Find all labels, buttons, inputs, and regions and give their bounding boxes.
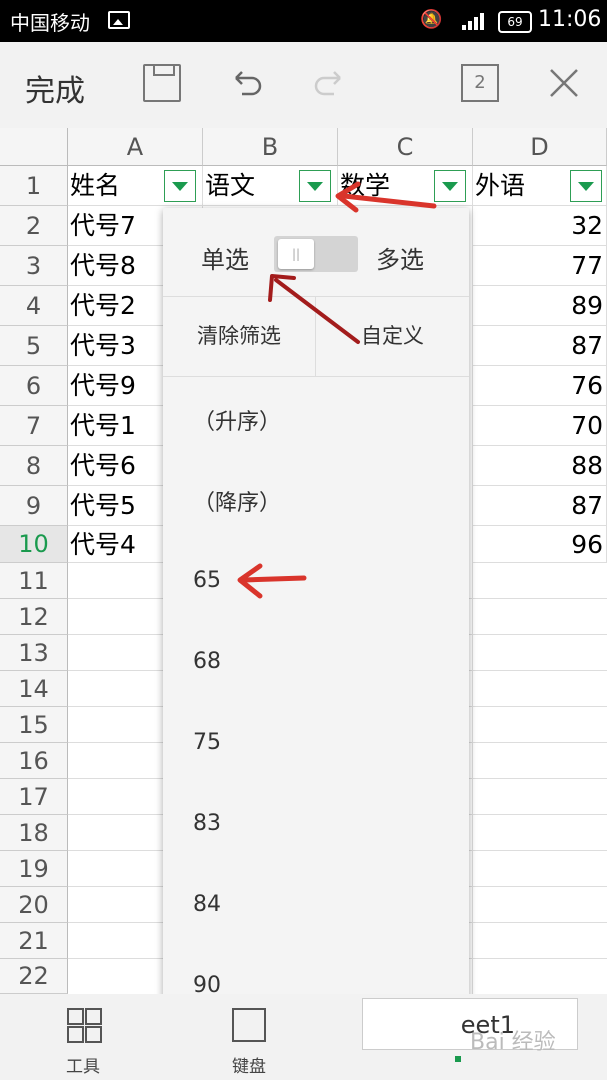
row-header[interactable]: 12: [0, 599, 68, 635]
score-cell[interactable]: 89: [473, 286, 607, 326]
row-header[interactable]: 9: [0, 486, 68, 526]
header-text: 语文: [205, 171, 256, 200]
row-header[interactable]: 5: [0, 326, 68, 366]
score-cell[interactable]: 96: [473, 526, 607, 563]
score-cell[interactable]: 70: [473, 406, 607, 446]
clock: 11:06: [538, 7, 602, 32]
annotation-arrow-toggle: [268, 274, 360, 344]
row-header[interactable]: 7: [0, 406, 68, 446]
annotation-arrow-value: [237, 563, 307, 599]
grid-corner[interactable]: [0, 128, 68, 166]
battery-icon: 69: [498, 11, 532, 33]
score-cell[interactable]: 88: [473, 446, 607, 486]
image-notification-icon: [108, 11, 130, 29]
column-header-b[interactable]: B: [203, 128, 338, 166]
baidu-watermark: Bai 经验: [470, 1030, 556, 1055]
filter-dropdown-b[interactable]: [299, 170, 331, 202]
row-header[interactable]: 18: [0, 815, 68, 851]
row-header[interactable]: 13: [0, 635, 68, 671]
single-select-label: 单选: [201, 246, 249, 274]
done-button[interactable]: 完成: [25, 66, 85, 110]
bottom-bar: 工具 键盘 eet1 Bai 经验: [0, 994, 607, 1080]
score-cell[interactable]: 77: [473, 246, 607, 286]
row-header-active[interactable]: 10: [0, 526, 68, 563]
row-header[interactable]: 22: [0, 959, 68, 994]
filter-value-item[interactable]: 68: [193, 649, 221, 674]
sheet-indicator-dot: [455, 1056, 461, 1062]
row-header[interactable]: 1: [0, 166, 68, 206]
filter-value-item[interactable]: 65: [193, 568, 221, 593]
row-header[interactable]: 11: [0, 563, 68, 599]
row-header[interactable]: 2: [0, 206, 68, 246]
toggle-knob[interactable]: ||: [278, 239, 314, 269]
filter-value-item[interactable]: 75: [193, 730, 221, 755]
top-toolbar: 完成 2: [0, 42, 607, 128]
keyboard-label[interactable]: 键盘: [232, 1052, 266, 1077]
row-header[interactable]: 8: [0, 446, 68, 486]
redo-icon[interactable]: [310, 64, 348, 102]
undo-icon[interactable]: [228, 64, 266, 102]
row-header[interactable]: 14: [0, 671, 68, 707]
carrier-label: 中国移动: [10, 11, 90, 35]
keyboard-icon[interactable]: [232, 1008, 266, 1042]
close-icon[interactable]: [545, 64, 583, 102]
row-header[interactable]: 6: [0, 366, 68, 406]
tools-grid-icon[interactable]: [67, 1008, 102, 1043]
sort-descending-item[interactable]: （降序）: [193, 485, 281, 517]
column-header-a[interactable]: A: [68, 128, 203, 166]
row-header[interactable]: 3: [0, 246, 68, 286]
filter-dropdown-d[interactable]: [570, 170, 602, 202]
score-cell[interactable]: 87: [473, 486, 607, 526]
filter-dropdown-a[interactable]: [164, 170, 196, 202]
mute-icon: 🔕: [420, 9, 443, 30]
status-bar: 中国移动 🔕 69 11:06: [0, 0, 607, 42]
score-cell[interactable]: 87: [473, 326, 607, 366]
annotation-arrow-header: [335, 181, 437, 213]
row-header[interactable]: 20: [0, 887, 68, 923]
selection-mode-toggle[interactable]: ||: [274, 236, 358, 272]
filter-value-item[interactable]: 83: [193, 811, 221, 836]
save-icon[interactable]: [143, 64, 181, 102]
score-cell[interactable]: 32: [473, 206, 607, 246]
row-header[interactable]: 16: [0, 743, 68, 779]
row-header[interactable]: 19: [0, 851, 68, 887]
row-header[interactable]: 4: [0, 286, 68, 326]
signal-icon: [462, 10, 488, 30]
row-header[interactable]: 21: [0, 923, 68, 959]
column-header-c[interactable]: C: [338, 128, 473, 166]
sort-ascending-item[interactable]: （升序）: [193, 404, 281, 436]
header-text: 外语: [475, 171, 526, 200]
multi-select-label: 多选: [376, 246, 424, 274]
tools-label[interactable]: 工具: [66, 1052, 100, 1077]
header-text: 姓名: [70, 171, 121, 200]
row-header[interactable]: 15: [0, 707, 68, 743]
score-cell[interactable]: 76: [473, 366, 607, 406]
pages-icon[interactable]: 2: [461, 64, 499, 102]
row-header[interactable]: 17: [0, 779, 68, 815]
column-header-d[interactable]: D: [473, 128, 607, 166]
filter-value-item[interactable]: 84: [193, 892, 221, 917]
